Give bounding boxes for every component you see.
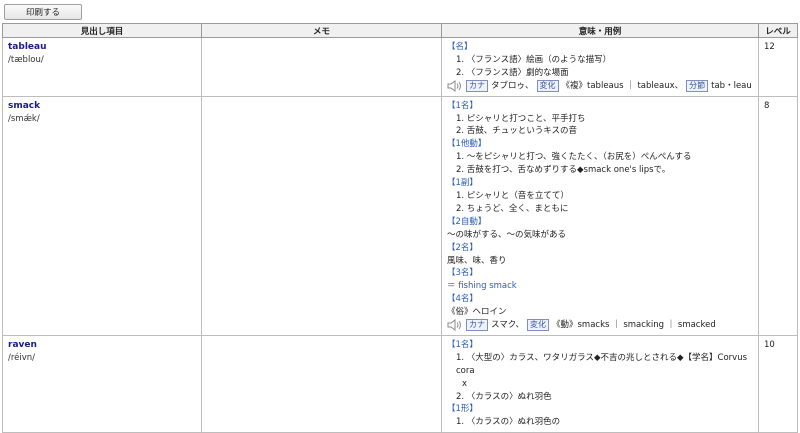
- memo-cell[interactable]: [201, 95, 442, 336]
- table-row: raven /réivn/ 【1名】 1. 〈大型の〉カラス、ワタリガラス◆不吉…: [2, 334, 798, 433]
- meaning-line: 1. ピシャリと（音を立てて）: [456, 190, 569, 201]
- meaning-line: 1. ～をピシャリと打つ、強くたたく、（お尻を）ぺんぺんする: [456, 152, 692, 163]
- part-of-speech: 【3名】: [447, 268, 478, 279]
- toolbar: 印刷する: [0, 0, 800, 22]
- speaker-icon[interactable]: [447, 319, 463, 332]
- meaning-line: 2. ちょうど、全く、まともに: [456, 203, 569, 214]
- pronunciation: /tæblou/: [8, 54, 44, 65]
- headword[interactable]: raven: [8, 339, 196, 352]
- henka-tag: 変化: [526, 319, 549, 332]
- header-level: レベル: [758, 23, 798, 38]
- table-row: smack /smǽk/ 【1名】 1. ピシャリと打つこと、平手打ち 2. 舌…: [2, 95, 798, 336]
- level-cell: 8: [758, 95, 798, 336]
- meaning-line: 1. ピシャリと打つこと、平手打ち: [456, 113, 586, 124]
- pronunciation: /réivn/: [8, 352, 36, 363]
- meaning-line: 1. 〈フランス語〉絵画（のような描写）: [456, 54, 612, 65]
- meaning-line: 1. 〈大型の〉カラス、ワタリガラス◆不吉の兆しとされる◆【学名】Corvus …: [456, 352, 748, 376]
- word-table: 見出し項目 メモ 意味・用例 レベル tableau /tæblou/ 【名】 …: [2, 23, 798, 433]
- meaning-line: 風味、味、香り: [447, 255, 507, 266]
- header-memo: メモ: [201, 23, 442, 38]
- meaning-line: 2. 〈フランス語〉劇的な場面: [456, 67, 569, 78]
- kana-text: スマク、: [491, 320, 524, 331]
- headword[interactable]: tableau: [8, 41, 196, 54]
- kana-tag: カナ: [466, 80, 488, 93]
- part-of-speech: 【名】: [447, 42, 473, 52]
- kana-text: タブロゥ、: [491, 80, 534, 91]
- meaning-line: 《俗》ヘロイン: [447, 307, 507, 318]
- meaning-line: 2. 舌鼓を打つ、舌なめずりする◆smack one's lipsで。: [456, 165, 671, 176]
- speaker-icon[interactable]: [447, 80, 463, 93]
- bunsetsu-tag: 分節: [686, 80, 709, 93]
- part-of-speech: 【2自動】: [447, 216, 487, 227]
- meaning-line: 2. 舌鼓、チュッというキスの音: [456, 126, 578, 137]
- memo-cell[interactable]: [201, 334, 442, 433]
- part-of-speech: 【1名】: [447, 339, 478, 350]
- table-row: tableau /tæblou/ 【名】 1. 〈フランス語〉絵画（のような描写…: [2, 37, 798, 97]
- henka-text: 《複》tableaus ｜ tableaux、: [561, 80, 684, 91]
- level-cell: 12: [758, 37, 798, 97]
- meaning-line: 2. 〈カラスの〉ぬれ羽色: [456, 391, 552, 402]
- headword-cell: raven /réivn/: [2, 334, 202, 433]
- header-headword: 見出し項目: [2, 23, 202, 38]
- part-of-speech: 【1他動】: [447, 139, 487, 150]
- meaning-line: 1. 〈カラスの〉ぬれ羽色の: [456, 417, 561, 428]
- meaning-cell: 【1名】 1. ピシャリと打つこと、平手打ち 2. 舌鼓、チュッというキスの音 …: [441, 95, 759, 336]
- print-button[interactable]: 印刷する: [4, 4, 82, 20]
- part-of-speech: 【1形】: [447, 404, 478, 415]
- kana-tag: カナ: [466, 319, 488, 332]
- part-of-speech: 【1名】: [447, 100, 478, 111]
- headword-cell: tableau /tæblou/: [2, 37, 202, 97]
- part-of-speech: 【1副】: [447, 178, 478, 189]
- extra-info: カナ スマク、 変化 《動》smacks ｜ smacking ｜ smacke…: [447, 319, 753, 332]
- part-of-speech: 【2名】: [447, 242, 478, 253]
- memo-cell[interactable]: [201, 37, 442, 97]
- level-cell: 10: [758, 334, 798, 433]
- headword[interactable]: smack: [8, 100, 196, 113]
- henka-tag: 変化: [536, 80, 559, 93]
- bunsetsu-text: tab・leau: [711, 80, 752, 91]
- meaning-line: ～の味がする、～の気味がある: [447, 229, 567, 240]
- table-header-row: 見出し項目 メモ 意味・用例 レベル: [2, 23, 798, 38]
- meaning-cell: 【名】 1. 〈フランス語〉絵画（のような描写） 2. 〈フランス語〉劇的な場面…: [441, 37, 759, 97]
- extra-info: カナ タブロゥ、 変化 《複》tableaus ｜ tableaux、 分節 t…: [447, 80, 753, 93]
- part-of-speech: 【4名】: [447, 294, 478, 305]
- pronunciation: /smǽk/: [8, 113, 40, 124]
- henka-text: 《動》smacks ｜ smacking ｜ smacked: [551, 320, 716, 331]
- headword-cell: smack /smǽk/: [2, 95, 202, 336]
- meaning-line-wrap: x: [462, 378, 468, 389]
- cross-reference-link[interactable]: ＝ fishing smack: [447, 280, 753, 293]
- meaning-cell: 【1名】 1. 〈大型の〉カラス、ワタリガラス◆不吉の兆しとされる◆【学名】Co…: [441, 334, 759, 433]
- header-meaning: 意味・用例: [441, 23, 759, 38]
